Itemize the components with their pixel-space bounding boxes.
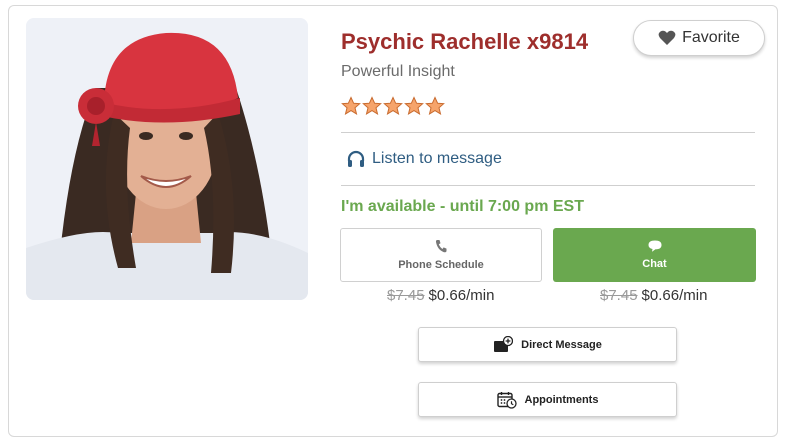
direct-message-label: Direct Message [521, 338, 602, 351]
phone-schedule-label: Phone Schedule [398, 259, 484, 271]
star-icon [362, 96, 382, 115]
star-icon [341, 96, 361, 115]
divider [341, 132, 755, 133]
appointments-label: Appointments [524, 393, 599, 406]
rating-stars [341, 96, 445, 116]
phone-schedule-button[interactable]: Phone Schedule [340, 228, 542, 282]
psychic-tagline: Powerful Insight [341, 63, 455, 80]
chat-current-price: $0.66/min [641, 287, 708, 304]
appointments-button[interactable]: Appointments [418, 382, 677, 417]
chat-label: Chat [642, 258, 667, 270]
star-icon [383, 96, 403, 115]
headphones-icon [347, 150, 365, 167]
phone-icon [435, 240, 447, 253]
star-icon [425, 96, 445, 115]
chat-bubble-icon [648, 240, 661, 252]
phone-old-price: $7.45 [387, 287, 425, 304]
listen-label: Listen to message [372, 150, 502, 167]
psychic-name: Psychic Rachelle x9814 [341, 29, 589, 54]
favorite-button[interactable]: Favorite [633, 20, 765, 56]
divider [341, 185, 755, 186]
availability-status: I'm available - until 7:00 pm EST [341, 198, 584, 215]
heart-icon [658, 30, 676, 45]
phone-current-price: $0.66/min [428, 287, 495, 304]
favorite-label: Favorite [682, 29, 740, 46]
listen-to-message-link[interactable]: Listen to message [346, 149, 502, 169]
chat-button[interactable]: Chat [553, 228, 756, 282]
direct-message-button[interactable]: Direct Message [418, 327, 677, 362]
message-plus-icon [494, 335, 514, 352]
chat-old-price: $7.45 [600, 287, 638, 304]
phone-price: $7.45 $0.66/min [387, 287, 494, 304]
star-icon [404, 96, 424, 115]
calendar-clock-icon [496, 391, 517, 409]
psychic-photo[interactable] [26, 18, 308, 300]
chat-price: $7.45 $0.66/min [600, 287, 707, 304]
